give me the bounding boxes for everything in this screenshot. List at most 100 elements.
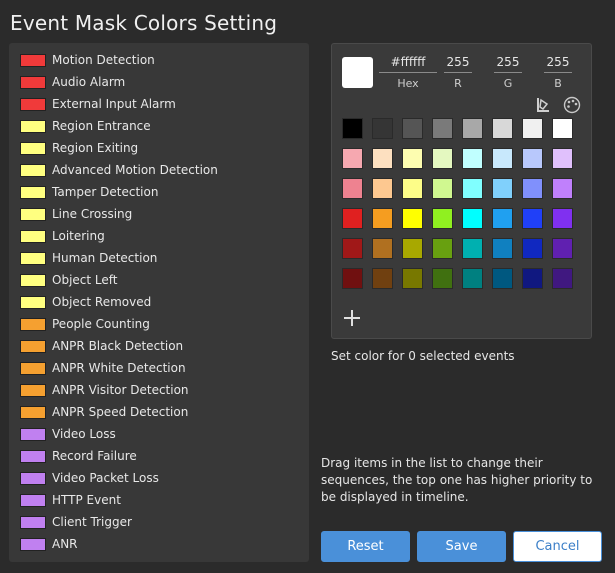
event-item[interactable]: Loitering — [20, 225, 300, 247]
event-color-swatch[interactable] — [20, 295, 46, 309]
event-color-swatch[interactable] — [20, 361, 46, 375]
event-color-swatch[interactable] — [20, 119, 46, 133]
palette-swatch[interactable] — [372, 268, 393, 289]
fill-bucket-icon[interactable] — [534, 96, 552, 114]
palette-swatch[interactable] — [342, 208, 363, 229]
palette-swatch[interactable] — [432, 148, 453, 169]
event-item[interactable]: ANPR Speed Detection — [20, 401, 300, 423]
event-color-swatch[interactable] — [20, 339, 46, 353]
save-button[interactable]: Save — [417, 531, 506, 562]
palette-swatch[interactable] — [522, 118, 543, 139]
hex-field[interactable]: #ffffff Hex — [379, 55, 437, 90]
event-color-swatch[interactable] — [20, 229, 46, 243]
palette-swatch[interactable] — [342, 268, 363, 289]
hex-input[interactable]: #ffffff — [379, 55, 437, 73]
palette-swatch[interactable] — [492, 118, 513, 139]
event-color-swatch[interactable] — [20, 185, 46, 199]
r-field[interactable]: 255 R — [444, 55, 472, 90]
palette-swatch[interactable] — [492, 178, 513, 199]
palette-swatch[interactable] — [462, 118, 483, 139]
event-color-swatch[interactable] — [20, 493, 46, 507]
palette-swatch[interactable] — [462, 178, 483, 199]
event-item[interactable]: ANPR White Detection — [20, 357, 300, 379]
event-item[interactable]: Audio Alarm — [20, 71, 300, 93]
palette-swatch[interactable] — [372, 238, 393, 259]
palette-swatch[interactable] — [552, 178, 573, 199]
cancel-button[interactable]: Cancel — [513, 531, 602, 562]
event-item[interactable]: People Counting — [20, 313, 300, 335]
event-color-swatch[interactable] — [20, 207, 46, 221]
palette-swatch[interactable] — [552, 118, 573, 139]
palette-swatch[interactable] — [492, 268, 513, 289]
palette-swatch[interactable] — [402, 118, 423, 139]
palette-swatch[interactable] — [462, 148, 483, 169]
event-color-swatch[interactable] — [20, 537, 46, 551]
event-color-swatch[interactable] — [20, 53, 46, 67]
event-color-swatch[interactable] — [20, 427, 46, 441]
palette-swatch[interactable] — [462, 238, 483, 259]
palette-swatch[interactable] — [492, 148, 513, 169]
add-icon[interactable] — [342, 308, 362, 328]
palette-swatch[interactable] — [522, 238, 543, 259]
palette-swatch[interactable] — [402, 208, 423, 229]
palette-swatch[interactable] — [342, 118, 363, 139]
event-item[interactable]: External Input Alarm — [20, 93, 300, 115]
event-item[interactable]: Record Failure — [20, 445, 300, 467]
reset-button[interactable]: Reset — [321, 531, 410, 562]
event-item[interactable]: ANPR Black Detection — [20, 335, 300, 357]
event-item[interactable]: Advanced Motion Detection — [20, 159, 300, 181]
event-color-swatch[interactable] — [20, 141, 46, 155]
palette-swatch[interactable] — [432, 208, 453, 229]
event-color-swatch[interactable] — [20, 97, 46, 111]
event-item[interactable]: Object Left — [20, 269, 300, 291]
event-color-swatch[interactable] — [20, 383, 46, 397]
g-field[interactable]: 255 G — [494, 55, 522, 90]
event-item[interactable]: Line Crossing — [20, 203, 300, 225]
palette-swatch[interactable] — [342, 178, 363, 199]
palette-swatch[interactable] — [552, 148, 573, 169]
event-item[interactable]: Region Exiting — [20, 137, 300, 159]
event-color-swatch[interactable] — [20, 471, 46, 485]
palette-swatch[interactable] — [552, 208, 573, 229]
r-input[interactable]: 255 — [444, 55, 472, 73]
palette-swatch[interactable] — [552, 238, 573, 259]
event-color-swatch[interactable] — [20, 317, 46, 331]
event-color-swatch[interactable] — [20, 273, 46, 287]
palette-swatch[interactable] — [402, 148, 423, 169]
b-input[interactable]: 255 — [544, 55, 572, 73]
b-field[interactable]: 255 B — [544, 55, 572, 90]
palette-swatch[interactable] — [372, 208, 393, 229]
palette-swatch[interactable] — [522, 268, 543, 289]
event-item[interactable]: Region Entrance — [20, 115, 300, 137]
palette-swatch[interactable] — [522, 148, 543, 169]
event-color-swatch[interactable] — [20, 75, 46, 89]
palette-swatch[interactable] — [372, 118, 393, 139]
event-color-swatch[interactable] — [20, 405, 46, 419]
palette-icon[interactable] — [563, 96, 581, 114]
palette-swatch[interactable] — [522, 178, 543, 199]
palette-swatch[interactable] — [402, 178, 423, 199]
palette-swatch[interactable] — [372, 148, 393, 169]
palette-swatch[interactable] — [432, 178, 453, 199]
g-input[interactable]: 255 — [494, 55, 522, 73]
palette-swatch[interactable] — [372, 178, 393, 199]
palette-swatch[interactable] — [462, 208, 483, 229]
event-item[interactable]: Tamper Detection — [20, 181, 300, 203]
event-item[interactable]: Video Loss — [20, 423, 300, 445]
palette-swatch[interactable] — [462, 268, 483, 289]
event-item[interactable]: Human Detection — [20, 247, 300, 269]
palette-swatch[interactable] — [432, 238, 453, 259]
palette-swatch[interactable] — [432, 268, 453, 289]
palette-swatch[interactable] — [342, 148, 363, 169]
event-item[interactable]: ANPR Visitor Detection — [20, 379, 300, 401]
event-color-swatch[interactable] — [20, 449, 46, 463]
event-item[interactable]: HTTP Event — [20, 489, 300, 511]
palette-swatch[interactable] — [492, 208, 513, 229]
palette-swatch[interactable] — [492, 238, 513, 259]
event-item[interactable]: Object Removed — [20, 291, 300, 313]
event-item[interactable]: ANR — [20, 533, 300, 555]
palette-swatch[interactable] — [432, 118, 453, 139]
palette-swatch[interactable] — [402, 238, 423, 259]
palette-swatch[interactable] — [552, 268, 573, 289]
event-color-swatch[interactable] — [20, 163, 46, 177]
